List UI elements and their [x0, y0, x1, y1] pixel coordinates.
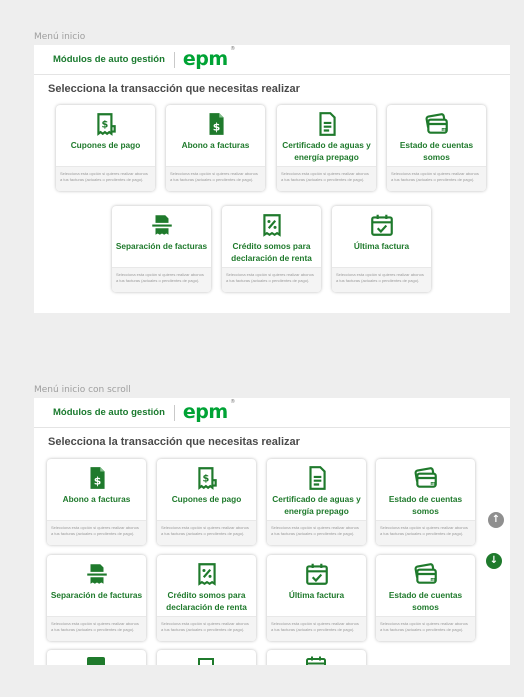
- card-cupones-de-pago[interactable]: $ Cupones de pago Selecciona esta opción…: [56, 105, 155, 191]
- card-title: Cupones de pago: [70, 140, 141, 150]
- card-description: Selecciona esta opción si quieres realiz…: [376, 616, 475, 641]
- logo-text: epm: [182, 401, 228, 423]
- card-title: Crédito somos para declaración de renta: [166, 590, 247, 612]
- epm-logo: epm ®: [182, 47, 235, 70]
- card-title: Última factura: [288, 590, 345, 600]
- card-description: Selecciona esta opción si quieres realiz…: [267, 616, 366, 641]
- calendar-icon: [306, 656, 326, 665]
- card-description: Selecciona esta opción si quieres realiz…: [222, 267, 321, 292]
- card-description: Selecciona esta opción si quieres realiz…: [376, 520, 475, 545]
- card-separacion-de-facturas[interactable]: Separación de facturas Selecciona esta o…: [47, 555, 146, 641]
- card-description: Selecciona esta opción si quieres realiz…: [387, 166, 486, 191]
- receipt-dollar-icon: $: [157, 465, 256, 493]
- card-title: Estado de cuentas somos: [388, 494, 463, 516]
- arrow-up-icon: ↑: [491, 514, 501, 525]
- svg-text:m: m: [441, 127, 446, 133]
- header-title: Módulos de auto gestión: [53, 54, 165, 65]
- card-title: Abono a facturas: [62, 494, 131, 504]
- document-dollar-icon: $: [166, 111, 265, 139]
- svg-text:m: m: [430, 481, 435, 487]
- svg-text:m: m: [430, 577, 435, 583]
- card-cupones-de-pago[interactable]: $ Cupones de pago Selecciona esta opción…: [157, 459, 256, 545]
- split-invoice-icon: [112, 212, 211, 240]
- card-title: Estado de cuentas somos: [388, 590, 463, 612]
- card-estado-de-cuentas-somos[interactable]: m Estado de cuentas somos Selecciona est…: [387, 105, 486, 191]
- calendar-check-icon: [267, 561, 366, 589]
- arrow-down-icon: ↓: [489, 555, 499, 566]
- card-partial[interactable]: [47, 650, 146, 665]
- app-header: Módulos de auto gestión epm ®: [34, 398, 510, 428]
- svg-text:$: $: [101, 119, 108, 130]
- card-description: Selecciona esta opción si quieres realiz…: [157, 520, 256, 545]
- card-title: Estado de cuentas somos: [399, 140, 474, 162]
- calendar-check-icon: [332, 212, 431, 240]
- card-title: Certificado de aguas y energía prepago: [272, 494, 361, 516]
- registered-mark: ®: [230, 46, 235, 52]
- percent-receipt-icon: [157, 561, 256, 589]
- card-abono-a-facturas[interactable]: $ Abono a facturas Selecciona esta opció…: [166, 105, 265, 191]
- card-description: Selecciona esta opción si quieres realiz…: [47, 616, 146, 641]
- card-title: Cupones de pago: [171, 494, 242, 504]
- scroll-up-button[interactable]: ↑: [488, 512, 504, 528]
- somos-cards-icon: m: [376, 465, 475, 493]
- certificate-document-icon: [277, 111, 376, 139]
- menu-inicio-frame: Módulos de auto gestión epm ® Selecciona …: [34, 45, 510, 313]
- svg-text:$: $: [93, 475, 101, 488]
- card-partial[interactable]: [157, 650, 256, 665]
- card-ultima-factura[interactable]: Última factura Selecciona esta opción si…: [332, 206, 431, 292]
- document-icon: [87, 657, 105, 665]
- card-credito-somos[interactable]: Crédito somos para declaración de renta …: [157, 555, 256, 641]
- frame-label-menu-inicio-con-scroll: Menú inicio con scroll: [34, 385, 131, 395]
- frame-label-menu-inicio: Menú inicio: [34, 32, 86, 42]
- card-description: Selecciona esta opción si quieres realiz…: [277, 166, 376, 191]
- card-credito-somos[interactable]: Crédito somos para declaración de renta …: [222, 206, 321, 292]
- somos-cards-icon: m: [387, 111, 486, 139]
- header-divider: [173, 51, 175, 68]
- card-ultima-factura[interactable]: Última factura Selecciona esta opción si…: [267, 555, 366, 641]
- card-separacion-de-facturas[interactable]: Separación de facturas Selecciona esta o…: [112, 206, 211, 292]
- page-subtitle: Selecciona la transacción que necesitas …: [48, 83, 300, 95]
- registered-mark: ®: [230, 399, 235, 405]
- header-divider: [173, 404, 175, 421]
- svg-text:$: $: [212, 121, 220, 134]
- menu-inicio-scroll-frame: Módulos de auto gestión epm ® Selecciona …: [34, 398, 510, 665]
- card-estado-de-cuentas-somos-2[interactable]: m Estado de cuentas somos Selecciona est…: [376, 555, 475, 641]
- card-description: Selecciona esta opción si quieres realiz…: [166, 166, 265, 191]
- card-description: Selecciona esta opción si quieres realiz…: [47, 520, 146, 545]
- card-certificado[interactable]: Certificado de aguas y energía prepago S…: [277, 105, 376, 191]
- receipt-dollar-icon: $: [56, 111, 155, 139]
- logo-text: epm: [182, 48, 228, 70]
- card-estado-de-cuentas-somos[interactable]: m Estado de cuentas somos Selecciona est…: [376, 459, 475, 545]
- certificate-document-icon: [267, 465, 366, 493]
- card-title: Certificado de aguas y energía prepago: [282, 140, 371, 162]
- card-title: Crédito somos para declaración de renta: [231, 241, 312, 263]
- card-description: Selecciona esta opción si quieres realiz…: [112, 267, 211, 292]
- card-description: Selecciona esta opción si quieres realiz…: [332, 267, 431, 292]
- epm-logo: epm ®: [182, 400, 235, 423]
- somos-cards-icon: m: [376, 561, 475, 589]
- card-certificado[interactable]: Certificado de aguas y energía prepago S…: [267, 459, 366, 545]
- page-subtitle: Selecciona la transacción que necesitas …: [48, 436, 300, 448]
- svg-text:$: $: [202, 473, 209, 484]
- card-title: Separación de facturas: [115, 241, 208, 251]
- percent-receipt-icon: [198, 658, 214, 665]
- header-title: Módulos de auto gestión: [53, 407, 165, 418]
- card-abono-a-facturas[interactable]: $ Abono a facturas Selecciona esta opció…: [47, 459, 146, 545]
- card-title: Abono a facturas: [181, 140, 250, 150]
- card-description: Selecciona esta opción si quieres realiz…: [267, 520, 366, 545]
- card-title: Última factura: [353, 241, 410, 251]
- app-header: Módulos de auto gestión epm ®: [34, 45, 510, 75]
- card-description: Selecciona esta opción si quieres realiz…: [157, 616, 256, 641]
- split-invoice-icon: [47, 561, 146, 589]
- card-partial[interactable]: [267, 650, 366, 665]
- card-title: Separación de facturas: [50, 590, 143, 600]
- card-description: Selecciona esta opción si quieres realiz…: [56, 166, 155, 191]
- percent-receipt-icon: [222, 212, 321, 240]
- document-dollar-icon: $: [47, 465, 146, 493]
- scroll-down-button[interactable]: ↓: [486, 553, 502, 569]
